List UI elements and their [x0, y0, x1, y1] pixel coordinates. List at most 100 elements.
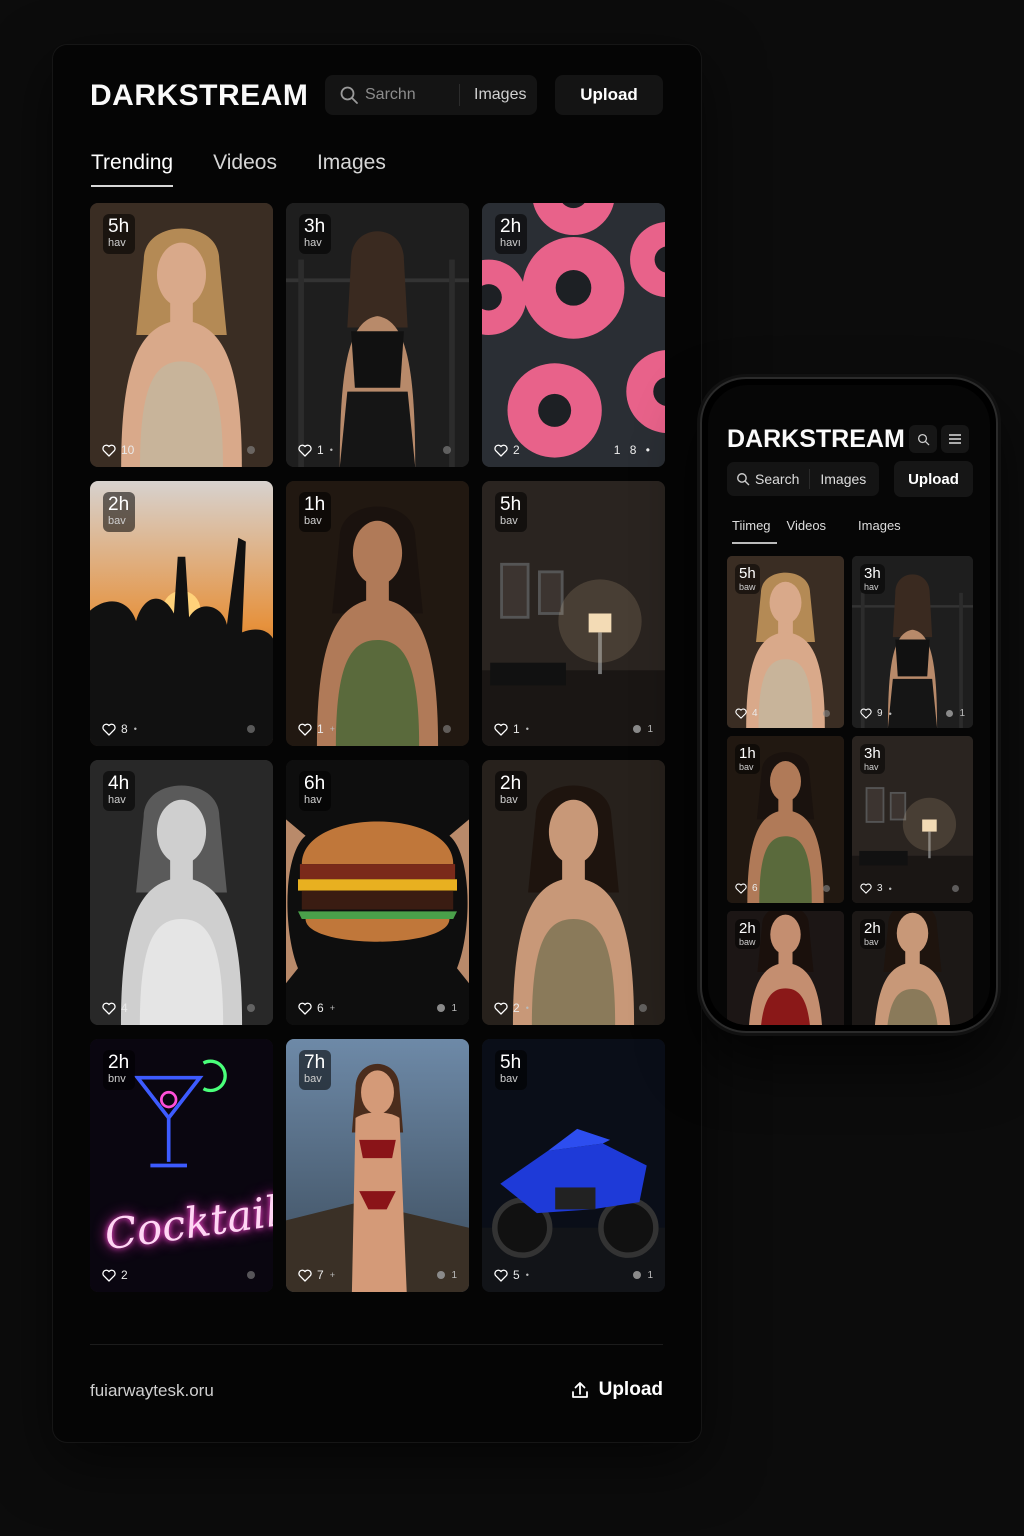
mobile-tab-images[interactable]: Images — [858, 518, 901, 544]
time-ago: 1h — [739, 745, 756, 762]
search-scope-select[interactable]: Images — [474, 86, 526, 104]
like-button[interactable] — [298, 444, 317, 457]
time-ago: 3h — [304, 216, 326, 237]
heart-icon — [102, 1002, 116, 1015]
mobile-search-bar[interactable]: Search Images — [727, 462, 879, 496]
card-footer: 10 — [102, 443, 261, 457]
time-sub: bav — [108, 515, 126, 527]
like-count: 2 — [513, 1001, 520, 1015]
status-dot — [946, 710, 954, 717]
like-button[interactable] — [494, 1269, 513, 1282]
status-dot — [952, 885, 959, 892]
card-meta: + — [329, 724, 335, 734]
time-sub: havı — [500, 237, 521, 249]
time-badge: 4h hav — [103, 771, 135, 811]
status-dot — [639, 1004, 647, 1012]
media-card[interactable]: 5h baw 4 — [727, 556, 844, 728]
media-card[interactable]: 1h bav 6 — [727, 736, 844, 903]
like-button[interactable] — [735, 883, 752, 894]
card-meta: • — [525, 724, 529, 734]
like-button[interactable] — [860, 708, 877, 719]
card-meta: • — [888, 708, 892, 719]
media-card[interactable]: 2h havı 2 1 8 • — [482, 203, 665, 467]
tab-images[interactable]: Images — [317, 151, 386, 187]
search-input[interactable]: Sarchn — [365, 86, 455, 104]
like-button[interactable] — [860, 883, 877, 894]
media-card[interactable]: 7h bav 7 +1 — [286, 1039, 469, 1292]
indicator-count: 1 — [451, 1269, 457, 1281]
mobile-tab-videos[interactable]: Videos — [787, 518, 827, 544]
media-grid: 5h hav 10 3h hav 1 • 2h havı 2 1 8 • 2h bav 8 • 1h b… — [90, 203, 665, 1292]
footer-upload-button[interactable]: Upload — [570, 1379, 663, 1401]
like-count: 5 — [513, 1268, 520, 1282]
mobile-search-scope[interactable]: Images — [820, 471, 866, 487]
media-card[interactable]: 5h bav 5 • 1 — [482, 1039, 665, 1292]
like-button[interactable] — [735, 708, 752, 719]
search-bar[interactable]: Sarchn Images — [325, 75, 537, 115]
media-card[interactable]: 3h hav 1 • — [286, 203, 469, 467]
like-button[interactable] — [102, 1269, 121, 1282]
heart-icon — [298, 1269, 312, 1282]
indicator-count: 1 — [647, 723, 653, 735]
mobile-upload-button[interactable]: Upload — [894, 461, 973, 497]
card-footer: 6 +1 — [298, 1001, 457, 1015]
time-badge: 3h hav — [299, 214, 331, 254]
mobile-search-button[interactable] — [909, 425, 937, 453]
media-card[interactable]: 6h hav 6 +1 — [286, 760, 469, 1025]
search-icon — [917, 433, 929, 445]
like-button[interactable] — [494, 1002, 513, 1015]
time-sub: bav — [739, 762, 754, 772]
media-card[interactable]: 1h bav 1 + — [286, 481, 469, 746]
like-count: 2 — [121, 1268, 128, 1282]
media-card[interactable]: 2h bav 2 • — [482, 760, 665, 1025]
media-card[interactable]: Cocktails 2h bnv 2 — [90, 1039, 273, 1292]
time-sub: bav — [500, 515, 518, 527]
like-button[interactable] — [102, 1002, 121, 1015]
logo[interactable]: DARKSTREAM — [90, 79, 308, 113]
search-icon — [737, 473, 750, 486]
card-footer: 6 — [735, 883, 836, 894]
upload-icon — [571, 1382, 588, 1398]
tab-videos[interactable]: Videos — [213, 151, 277, 187]
card-meta: • — [329, 445, 333, 455]
time-ago: 5h — [108, 216, 130, 237]
mobile-menu-button[interactable] — [941, 425, 969, 453]
indicator-count: 1 — [451, 1002, 457, 1014]
time-badge: 3h hav — [860, 564, 885, 594]
card-footer: 2 — [102, 1268, 261, 1282]
mobile-logo[interactable]: DARKSTREAM — [727, 425, 905, 454]
media-card[interactable]: 3h hav 9 • 1 — [852, 556, 973, 728]
media-card[interactable]: 4h hav 4 — [90, 760, 273, 1025]
media-card[interactable]: 2h bav 8 • — [90, 481, 273, 746]
like-button[interactable] — [102, 444, 121, 457]
like-button[interactable] — [494, 444, 513, 457]
card-indicator: 1 — [437, 1003, 457, 1014]
time-sub: bav — [304, 1073, 322, 1085]
media-card[interactable]: 5h hav 10 — [90, 203, 273, 467]
mobile-tab-trending[interactable]: Tiimeg — [732, 518, 777, 544]
media-card[interactable]: 3h hav 3 • — [852, 736, 973, 903]
like-button[interactable] — [298, 723, 317, 736]
upload-button[interactable]: Upload — [555, 75, 663, 115]
indicator-count: 1 — [959, 708, 965, 719]
footer-url[interactable]: fuiarwaytesk.oru — [90, 1381, 214, 1401]
card-meta: • — [525, 1003, 529, 1013]
time-badge: 2h bnv — [103, 1050, 135, 1090]
card-indicator: 1 — [633, 1270, 653, 1281]
like-button[interactable] — [102, 723, 121, 736]
mobile-tab-bar: Tiimeg Videos Images — [732, 518, 917, 544]
card-footer: 3 • — [860, 883, 965, 894]
card-footer: 7 +1 — [298, 1268, 457, 1282]
like-button[interactable] — [298, 1002, 317, 1015]
media-card[interactable]: 2h bav — [852, 911, 973, 1025]
time-ago: 4h — [108, 773, 130, 794]
mobile-search-input[interactable]: Search — [755, 471, 799, 487]
time-ago: 6h — [304, 773, 326, 794]
view-count: 1 8 • — [613, 443, 653, 457]
media-card[interactable]: 5h bav 1 • 1 — [482, 481, 665, 746]
like-button[interactable] — [298, 1269, 317, 1282]
like-button[interactable] — [494, 723, 513, 736]
time-ago: 3h — [864, 745, 881, 762]
media-card[interactable]: 2h baw — [727, 911, 844, 1025]
tab-trending[interactable]: Trending — [91, 151, 174, 187]
